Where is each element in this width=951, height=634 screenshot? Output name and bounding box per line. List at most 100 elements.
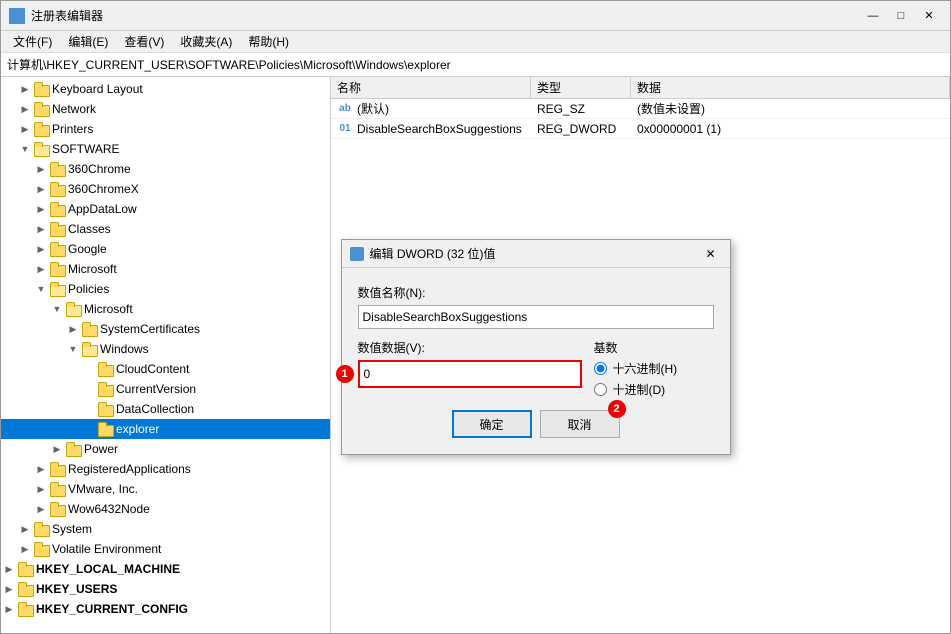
expand-arrow: ▶ — [1, 601, 17, 617]
menu-edit[interactable]: 编辑(E) — [60, 31, 116, 52]
base-title: 基数 — [594, 339, 714, 356]
folder-icon — [17, 602, 33, 616]
table-row[interactable]: ab (默认) REG_SZ (数值未设置) — [331, 99, 950, 119]
sidebar-item-label: Policies — [68, 282, 109, 296]
value-label: 数值数据(V): — [358, 339, 582, 356]
col-header-type[interactable]: 类型 — [531, 77, 631, 98]
radio-dec-label: 十进制(D) — [613, 381, 666, 398]
sidebar-item-label: DataCollection — [116, 402, 194, 416]
sidebar-item-label: CurrentVersion — [116, 382, 196, 396]
sidebar-item-360chromex[interactable]: ▶ 360ChromeX — [1, 179, 330, 199]
folder-icon — [33, 522, 49, 536]
sidebar-item-policies-microsoft[interactable]: ▼ Microsoft — [1, 299, 330, 319]
dword-icon: 01 — [337, 122, 353, 136]
folder-icon — [49, 162, 65, 176]
radio-hex[interactable]: 十六进制(H) — [594, 360, 714, 377]
folder-icon — [81, 342, 97, 356]
sidebar-item-google[interactable]: ▶ Google — [1, 239, 330, 259]
sidebar-item-network[interactable]: ▶ Network — [1, 99, 330, 119]
folder-icon — [33, 142, 49, 156]
folder-icon — [49, 182, 65, 196]
sidebar-item-360chrome[interactable]: ▶ 360Chrome — [1, 159, 330, 179]
sidebar-item-label: Microsoft — [84, 302, 133, 316]
sidebar-item-label: VMware, Inc. — [68, 482, 138, 496]
sidebar-item-label: Keyboard Layout — [52, 82, 143, 96]
sidebar-item-appdatalow[interactable]: ▶ AppDataLow — [1, 199, 330, 219]
col-header-name[interactable]: 名称 — [331, 77, 531, 98]
folder-icon — [49, 462, 65, 476]
sidebar-item-windows[interactable]: ▼ Windows — [1, 339, 330, 359]
sidebar-item-datacollection[interactable]: ▶ DataCollection — [1, 399, 330, 419]
sidebar-item-label: HKEY_CURRENT_CONFIG — [36, 602, 188, 616]
close-button[interactable]: ✕ — [916, 6, 942, 26]
sidebar-item-cloudcontent[interactable]: ▶ CloudContent — [1, 359, 330, 379]
expand-arrow: ▶ — [81, 401, 97, 417]
window-title: 注册表编辑器 — [31, 7, 860, 24]
expand-arrow: ▶ — [33, 181, 49, 197]
sidebar-item-regapps[interactable]: ▶ RegisteredApplications — [1, 459, 330, 479]
radio-hex-input[interactable] — [594, 362, 607, 375]
sidebar-item-hkcc[interactable]: ▶ HKEY_CURRENT_CONFIG — [1, 599, 330, 619]
dialog-icon — [350, 247, 364, 261]
expand-arrow: ▶ — [1, 561, 17, 577]
sidebar-item-power[interactable]: ▶ Power — [1, 439, 330, 459]
cell-name: ab (默认) — [331, 99, 531, 118]
expand-arrow: ▶ — [33, 501, 49, 517]
folder-icon — [33, 102, 49, 116]
title-bar: 注册表编辑器 — □ ✕ — [1, 1, 950, 31]
badge-2: 2 — [608, 400, 626, 418]
sidebar-item-volatile[interactable]: ▶ Volatile Environment — [1, 539, 330, 559]
value-input[interactable] — [358, 360, 582, 388]
expand-arrow: ▶ — [33, 241, 49, 257]
folder-icon — [49, 202, 65, 216]
maximize-button[interactable]: □ — [888, 6, 914, 26]
expand-arrow: ▶ — [81, 381, 97, 397]
expand-arrow: ▶ — [65, 321, 81, 337]
sidebar-item-label: Google — [68, 242, 107, 256]
table-row[interactable]: 01 DisableSearchBoxSuggestions REG_DWORD… — [331, 119, 950, 139]
sidebar-item-label: Windows — [100, 342, 149, 356]
value-input-wrapper: 1 — [358, 360, 582, 388]
sidebar-item-software[interactable]: ▼ SOFTWARE — [1, 139, 330, 159]
sidebar-item-classes[interactable]: ▶ Classes — [1, 219, 330, 239]
sidebar-item-systemcerts[interactable]: ▶ SystemCertificates — [1, 319, 330, 339]
radio-dec[interactable]: 十进制(D) — [594, 381, 714, 398]
folder-icon — [49, 242, 65, 256]
cancel-button[interactable]: 取消 — [540, 410, 620, 438]
col-header-data[interactable]: 数据 — [631, 77, 950, 98]
address-text: 计算机\HKEY_CURRENT_USER\SOFTWARE\Policies\… — [7, 56, 451, 73]
dialog-close-button[interactable]: ✕ — [700, 244, 722, 264]
cell-type: REG_SZ — [531, 99, 631, 118]
value-input-group: 数值数据(V): 1 — [358, 339, 582, 398]
sidebar-item-explorer[interactable]: ▶ explorer — [1, 419, 330, 439]
name-input[interactable] — [358, 305, 714, 329]
sidebar-item-microsoft[interactable]: ▶ Microsoft — [1, 259, 330, 279]
ok-button[interactable]: 确定 — [452, 410, 532, 438]
sidebar-item-keyboard-layout[interactable]: ▶ Keyboard Layout — [1, 79, 330, 99]
radio-dec-input[interactable] — [594, 383, 607, 396]
sidebar-item-label: Network — [52, 102, 96, 116]
sidebar-item-label: SOFTWARE — [52, 142, 120, 156]
sidebar-item-system[interactable]: ▶ System — [1, 519, 330, 539]
sidebar-item-hku[interactable]: ▶ HKEY_USERS — [1, 579, 330, 599]
menu-view[interactable]: 查看(V) — [116, 31, 172, 52]
minimize-button[interactable]: — — [860, 6, 886, 26]
expand-arrow: ▶ — [33, 201, 49, 217]
menu-help[interactable]: 帮助(H) — [240, 31, 297, 52]
registry-editor-window: 注册表编辑器 — □ ✕ 文件(F) 编辑(E) 查看(V) 收藏夹(A) 帮助… — [0, 0, 951, 634]
sidebar-item-vmware[interactable]: ▶ VMware, Inc. — [1, 479, 330, 499]
expand-arrow: ▶ — [1, 581, 17, 597]
menu-favorites[interactable]: 收藏夹(A) — [172, 31, 240, 52]
menu-file[interactable]: 文件(F) — [5, 31, 60, 52]
sidebar-item-currentversion[interactable]: ▶ CurrentVersion — [1, 379, 330, 399]
sidebar-item-printers[interactable]: ▶ Printers — [1, 119, 330, 139]
expand-arrow: ▶ — [81, 421, 97, 437]
expand-arrow: ▼ — [65, 341, 81, 357]
sidebar-item-policies[interactable]: ▼ Policies — [1, 279, 330, 299]
sidebar-item-wow6432node[interactable]: ▶ Wow6432Node — [1, 499, 330, 519]
sidebar-item-hklm[interactable]: ▶ HKEY_LOCAL_MACHINE — [1, 559, 330, 579]
expand-arrow: ▶ — [33, 161, 49, 177]
edit-dword-dialog: 编辑 DWORD (32 位)值 ✕ 数值名称(N): 数值数据(V): 1 — [341, 239, 731, 455]
name-label: 数值名称(N): — [358, 284, 714, 301]
expand-arrow: ▶ — [33, 461, 49, 477]
